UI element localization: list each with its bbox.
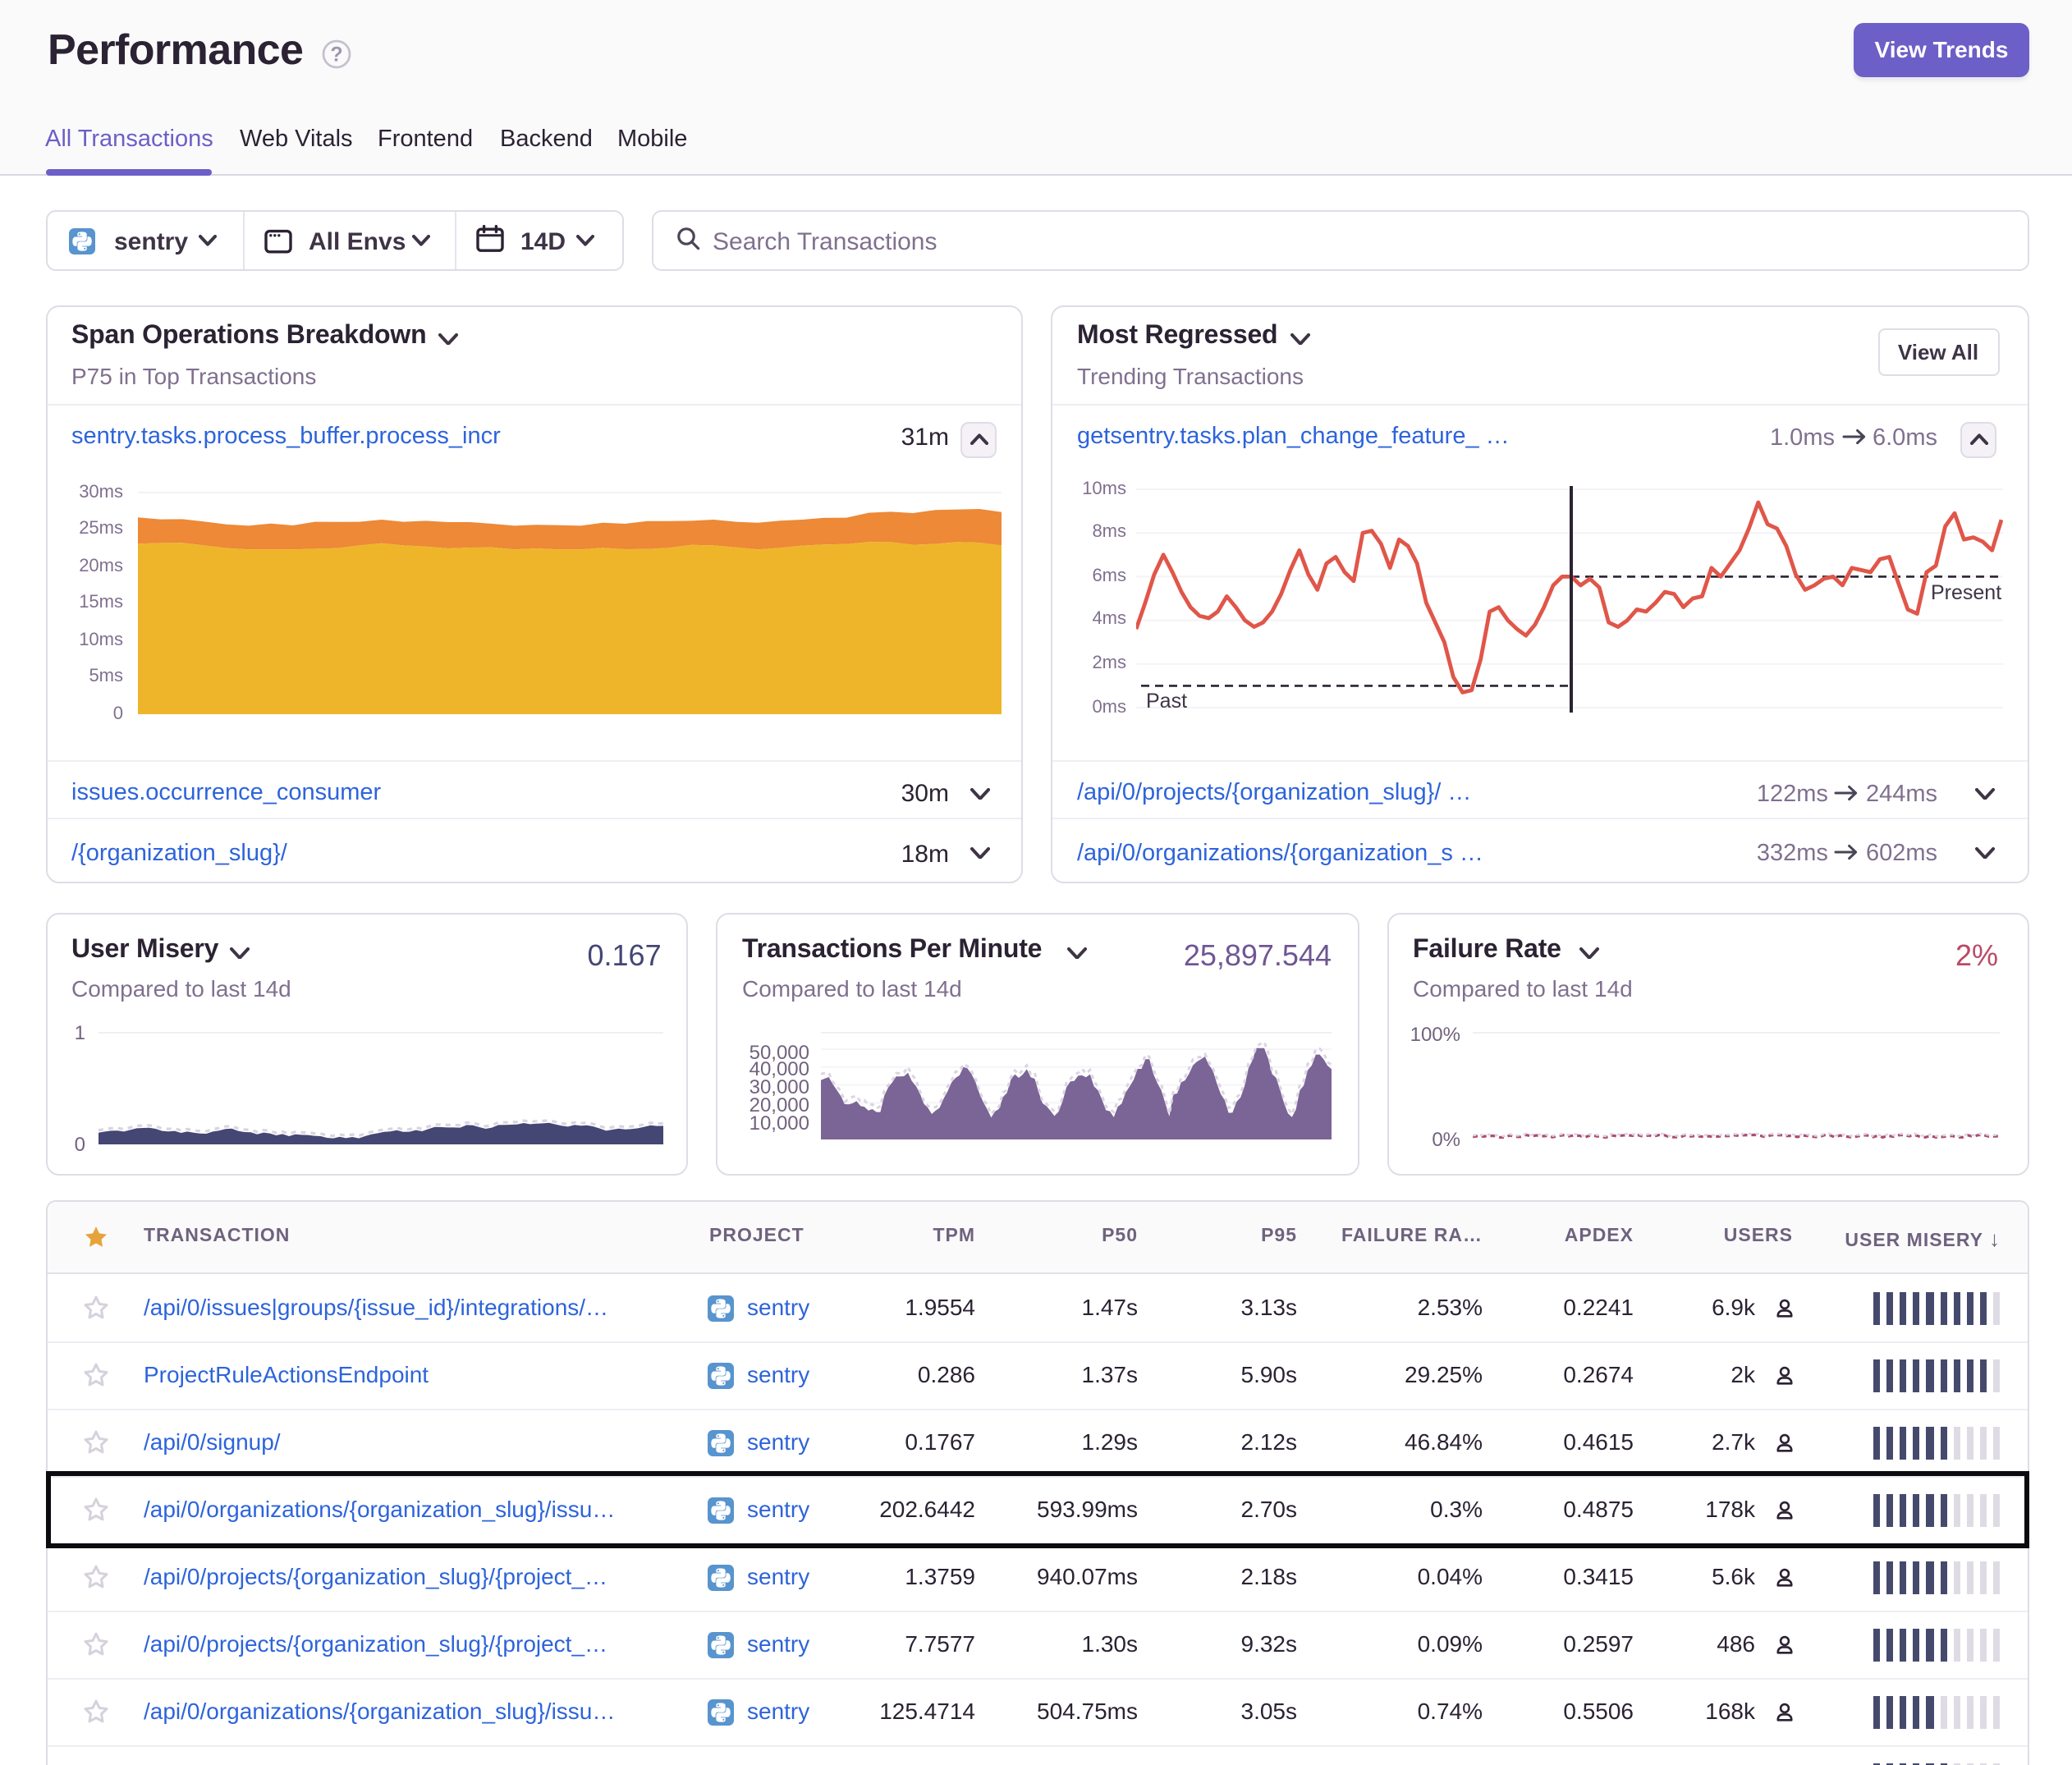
svg-text:?: ? bbox=[330, 43, 342, 66]
